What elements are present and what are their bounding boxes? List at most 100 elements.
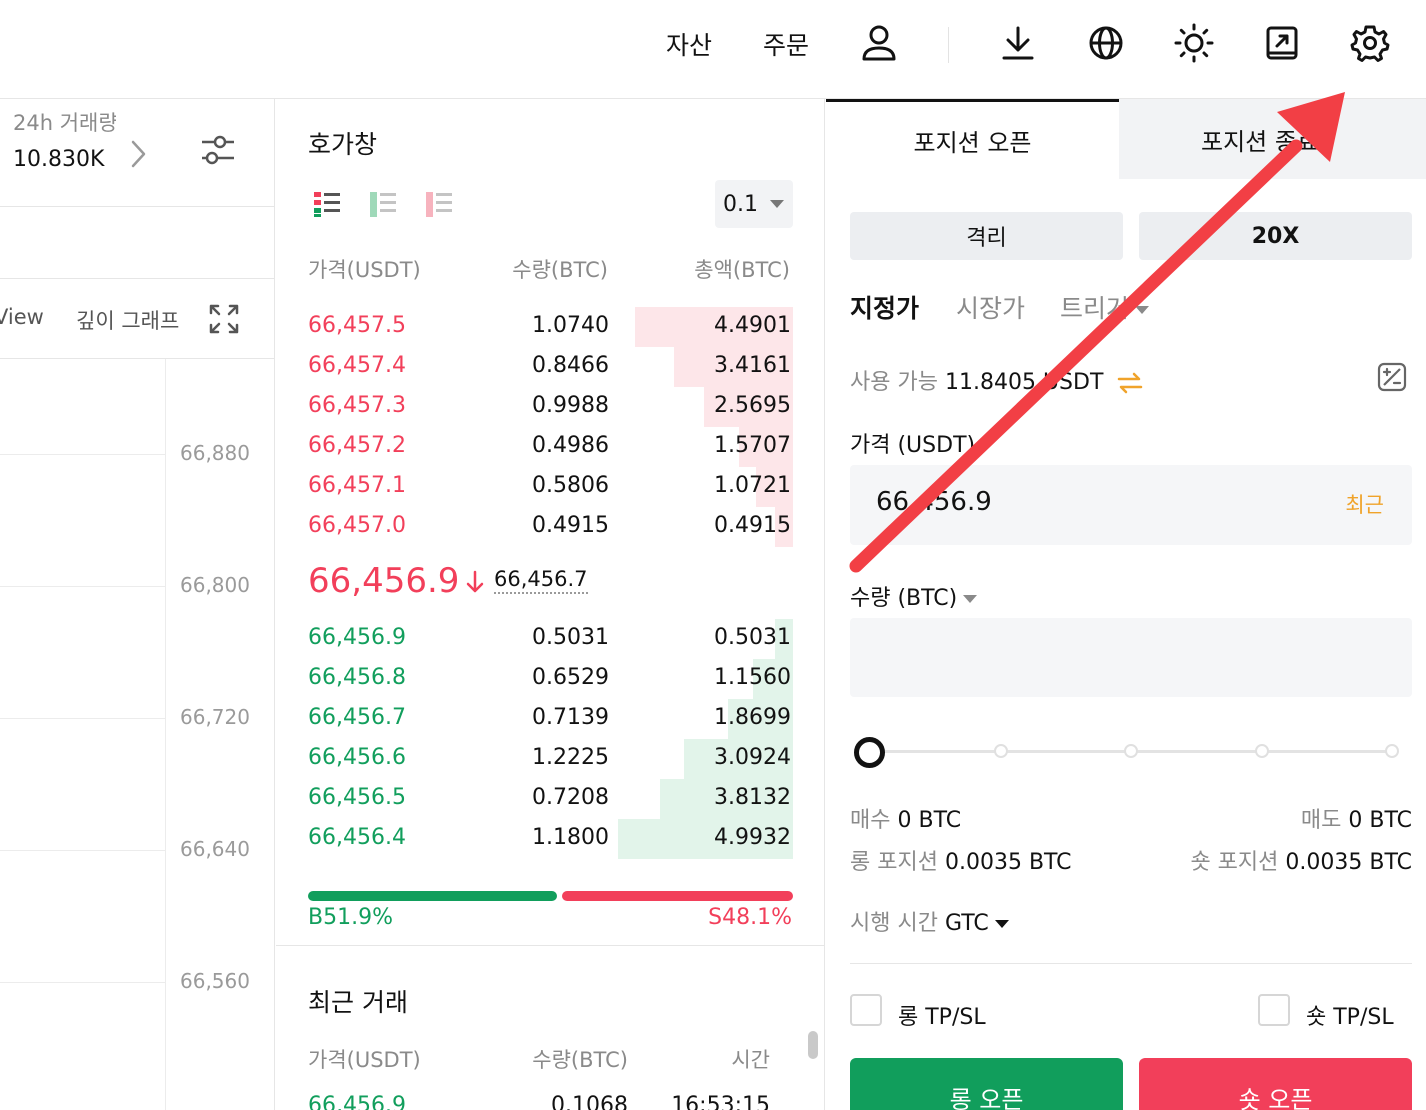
chevron-right-icon[interactable] xyxy=(128,139,148,169)
scrollbar[interactable] xyxy=(808,1031,818,1059)
notes-icon[interactable] xyxy=(1261,22,1303,64)
tab-open-position[interactable]: 포지션 오픈 xyxy=(826,99,1119,179)
ask-qty: 0.9988 xyxy=(532,393,609,418)
bid-qty: 1.1800 xyxy=(532,825,609,850)
bid-row[interactable]: 66,456.7 0.7139 1.8699 xyxy=(276,699,825,739)
chevron-down-icon xyxy=(770,200,784,208)
book-view-asks-icon[interactable] xyxy=(424,189,454,219)
gear-icon[interactable] xyxy=(1349,22,1391,64)
tab-close-position[interactable]: 포지션 종료 xyxy=(1119,99,1426,179)
volume-label: 24h 거래량 xyxy=(13,111,116,135)
filter-settings-icon[interactable] xyxy=(198,132,238,168)
bid-total: 3.8132 xyxy=(714,785,791,810)
book-view-both-icon[interactable] xyxy=(312,189,342,219)
available-value: 11.8405 USDT xyxy=(944,370,1104,395)
tab-depth-chart[interactable]: 깊이 그래프 xyxy=(76,305,179,335)
order-type-market[interactable]: 시장가 xyxy=(956,289,1025,325)
tab-tradingview[interactable]: View xyxy=(0,305,44,329)
margin-mode-button[interactable]: 격리 xyxy=(850,212,1123,260)
transfer-icon[interactable] xyxy=(1116,372,1144,394)
available-balance: 사용 가능 11.8405 USDT xyxy=(850,364,1144,396)
calculator-icon[interactable] xyxy=(1376,361,1408,393)
short-position-label: 숏 포지션 xyxy=(1190,850,1279,875)
bid-price: 66,456.7 xyxy=(308,705,406,730)
ask-price: 66,457.5 xyxy=(308,313,406,338)
col-head-total: 총액(BTC) xyxy=(694,258,790,282)
divider xyxy=(850,963,1412,964)
chart-panel: 24h 거래량 10.830K View 깊이 그래프 66,880 66,80… xyxy=(0,99,275,1110)
qty-label-dropdown[interactable]: 수량 (BTC) xyxy=(850,580,978,612)
globe-icon[interactable] xyxy=(1085,22,1127,64)
chart-axis-line xyxy=(165,359,166,1110)
ask-qty: 1.0740 xyxy=(532,313,609,338)
ask-row[interactable]: 66,457.1 0.5806 1.0721 xyxy=(276,467,825,507)
bid-row[interactable]: 66,456.6 1.2225 3.0924 xyxy=(276,739,825,779)
qty-input[interactable] xyxy=(850,618,1412,697)
slider-step[interactable] xyxy=(1255,744,1269,758)
price-last-button[interactable]: 최근 xyxy=(1345,489,1384,519)
bid-total: 3.0924 xyxy=(714,745,791,770)
price-input[interactable]: 66,456.9 최근 xyxy=(850,465,1412,545)
ask-row[interactable]: 66,457.3 0.9988 2.5695 xyxy=(276,387,825,427)
bid-row[interactable]: 66,456.8 0.6529 1.1560 xyxy=(276,659,825,699)
ask-row[interactable]: 66,457.5 1.0740 4.4901 xyxy=(276,307,825,347)
fullscreen-icon[interactable] xyxy=(208,303,240,335)
long-tpsl-checkbox[interactable] xyxy=(850,994,882,1026)
time-in-force-select[interactable]: 시행 시간 GTC xyxy=(850,905,1009,937)
qty-slider-handle[interactable] xyxy=(854,737,885,768)
divider xyxy=(0,206,274,207)
order-type-limit[interactable]: 지정가 xyxy=(850,289,919,325)
axis-label: 66,800 xyxy=(180,573,250,597)
ask-total: 0.4915 xyxy=(714,513,791,538)
slider-step[interactable] xyxy=(1385,744,1399,758)
ask-row[interactable]: 66,457.2 0.4986 1.5707 xyxy=(276,427,825,467)
short-tpsl-checkbox[interactable] xyxy=(1258,994,1290,1026)
assets-link[interactable]: 자산 xyxy=(666,26,712,62)
sell-ratio-label: S48.1% xyxy=(708,905,792,930)
bid-row[interactable]: 66,456.9 0.5031 0.5031 xyxy=(276,619,825,659)
last-price: 66,456.9 xyxy=(308,561,460,601)
bid-price: 66,456.5 xyxy=(308,785,406,810)
ask-qty: 0.5806 xyxy=(532,473,609,498)
short-position: 숏 포지션 0.0035 BTC xyxy=(1190,844,1412,876)
price-precision-select[interactable]: 0.1 xyxy=(715,180,793,228)
slider-step[interactable] xyxy=(994,744,1008,758)
recent-trade-time: 16:53:15 xyxy=(671,1093,770,1110)
divider xyxy=(276,945,825,946)
bid-qty: 0.6529 xyxy=(532,665,609,690)
recent-col-time: 시간 xyxy=(731,1048,770,1072)
theme-sun-icon[interactable] xyxy=(1173,22,1215,64)
bid-total: 4.9932 xyxy=(714,825,791,850)
order-book: 호가창 0.1 가격(USDT) 수량(BTC) 총액(BTC) 66,457.… xyxy=(276,99,825,1110)
download-icon[interactable] xyxy=(997,22,1039,64)
bid-price: 66,456.4 xyxy=(308,825,406,850)
recent-trade-qty: 0.1068 xyxy=(551,1093,628,1110)
ask-price: 66,457.0 xyxy=(308,513,406,538)
order-type-trigger[interactable]: 트리거 xyxy=(1060,289,1150,325)
sell-ratio-bar xyxy=(562,891,793,901)
bid-row[interactable]: 66,456.5 0.7208 3.8132 xyxy=(276,779,825,819)
arrow-down-icon xyxy=(466,570,484,593)
mark-price[interactable]: 66,456.7 xyxy=(494,567,588,594)
grid-line xyxy=(0,586,166,587)
grid-line xyxy=(0,850,166,851)
book-view-bids-icon[interactable] xyxy=(368,189,398,219)
ask-total: 1.5707 xyxy=(714,433,791,458)
buy-amount-label: 매수 xyxy=(850,808,891,833)
long-position: 롱 포지션 0.0035 BTC xyxy=(850,844,1072,876)
ask-row[interactable]: 66,457.4 0.8466 3.4161 xyxy=(276,347,825,387)
bid-price: 66,456.9 xyxy=(308,625,406,650)
ask-row[interactable]: 66,457.0 0.4915 0.4915 xyxy=(276,507,825,547)
orders-link[interactable]: 주문 xyxy=(763,26,809,62)
buy-amount: 매수 0 BTC xyxy=(850,802,961,834)
divider xyxy=(0,358,274,359)
user-icon[interactable] xyxy=(858,22,900,64)
open-long-button[interactable]: 롱 오픈 xyxy=(850,1058,1123,1110)
bid-row[interactable]: 66,456.4 1.1800 4.9932 xyxy=(276,819,825,859)
ask-total: 4.4901 xyxy=(714,313,791,338)
leverage-button[interactable]: 20X xyxy=(1139,212,1412,260)
open-short-button[interactable]: 숏 오픈 xyxy=(1139,1058,1412,1110)
axis-label: 66,720 xyxy=(180,705,250,729)
slider-step[interactable] xyxy=(1124,744,1138,758)
bid-total: 1.1560 xyxy=(714,665,791,690)
